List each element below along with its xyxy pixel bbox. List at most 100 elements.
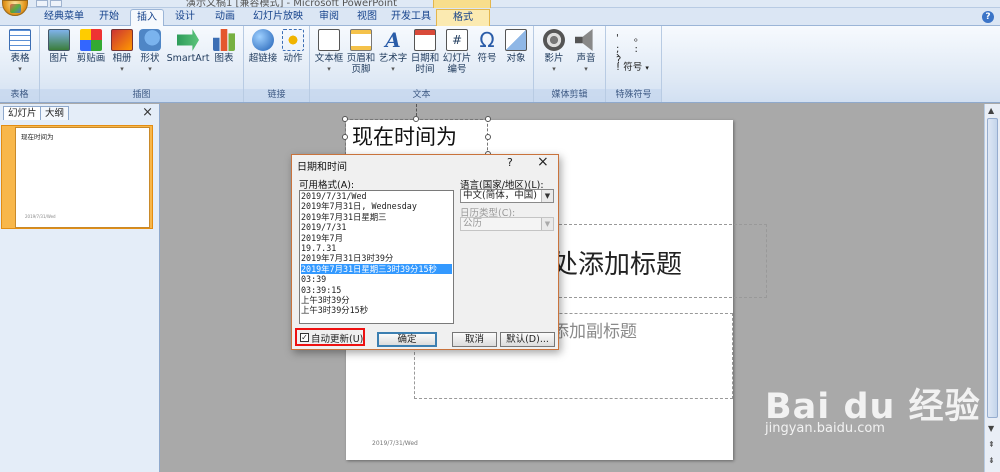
object-icon: [505, 29, 527, 51]
tab-design[interactable]: 设计: [168, 9, 202, 26]
next-slide-icon[interactable]: ⇟: [988, 456, 995, 465]
tab-format[interactable]: 格式: [436, 9, 490, 26]
auto-update-checkbox[interactable]: ✓: [300, 333, 309, 342]
format-option[interactable]: 2019年7月: [301, 233, 452, 243]
scrollbar-thumb[interactable]: [987, 118, 998, 418]
chevron-down-icon[interactable]: ▼: [541, 190, 553, 202]
watermark-url: jingyan.baidu.com: [765, 421, 885, 436]
calendar-icon: [414, 29, 436, 51]
pane-tab-slides[interactable]: 幻灯片: [3, 106, 42, 120]
tab-slideshow[interactable]: 幻灯片放映: [248, 9, 308, 26]
wordart-label: 艺术字: [378, 53, 408, 64]
album-icon: [111, 29, 133, 51]
sound-label: 声音: [576, 53, 596, 64]
symbol-button[interactable]: Ω 符号: [474, 29, 500, 64]
language-select[interactable]: 中文(简体，中国) ▼: [460, 189, 554, 203]
tab-classic-menu[interactable]: 经典菜单: [38, 9, 90, 26]
cancel-button[interactable]: 取消: [452, 332, 497, 347]
action-icon: [282, 29, 304, 51]
tab-insert[interactable]: 插入: [130, 9, 164, 27]
format-option[interactable]: 上午3时39分: [301, 295, 452, 305]
save-icon[interactable]: [36, 0, 48, 7]
scroll-up-icon[interactable]: ▲: [988, 106, 994, 115]
chevron-down-icon: ▼: [541, 218, 553, 230]
special-symbol-label: 符号: [623, 62, 643, 73]
dialog-close-icon[interactable]: ×: [537, 154, 549, 170]
smartart-label: SmartArt: [166, 53, 210, 64]
group-table: 表格 ▾ 表格: [0, 26, 40, 102]
resize-handle[interactable]: [485, 116, 491, 122]
clipart-button[interactable]: 剪贴画: [76, 29, 106, 64]
pane-tab-outline[interactable]: 大纲: [40, 106, 70, 120]
ribbon-tabs: 经典菜单 开始 插入 设计 动画 幻灯片放映 审阅 视图 开发工具 格式 ?: [0, 8, 1000, 27]
textbox-icon: [318, 29, 340, 51]
datetime-button[interactable]: 日期和 时间: [410, 29, 440, 75]
textbox-button[interactable]: 文本框 ▾: [314, 29, 344, 75]
tab-review[interactable]: 审阅: [312, 9, 346, 26]
format-option[interactable]: 2019年7月31日, Wednesday: [301, 201, 452, 211]
language-select-value: 中文(简体，中国): [463, 190, 537, 201]
resize-handle[interactable]: [485, 134, 491, 140]
format-option[interactable]: 2019年7月31日星期三: [301, 212, 452, 222]
tab-developer[interactable]: 开发工具: [388, 9, 434, 26]
baidu-watermark: Bai du 经验 jingyan.baidu.com: [765, 378, 981, 436]
slide-thumbnail[interactable]: 现在时间为 2019/7/31/Wed: [15, 127, 150, 228]
action-button[interactable]: 动作: [280, 29, 306, 64]
undo-icon[interactable]: [50, 0, 62, 7]
movie-label: 影片: [544, 53, 564, 64]
object-button[interactable]: 对象: [502, 29, 530, 64]
shapes-button[interactable]: 形状 ▾: [138, 29, 162, 75]
close-icon[interactable]: ×: [142, 105, 153, 120]
symbol-row-3-text: !: [616, 62, 621, 73]
movie-button[interactable]: 影片 ▾: [540, 29, 568, 75]
symbol-label: 符号: [477, 53, 497, 64]
tab-view[interactable]: 视图: [350, 9, 384, 26]
format-option[interactable]: 2019年7月31日星期三3时39分15秒: [301, 263, 452, 275]
default-button[interactable]: 默认(D)...: [500, 332, 555, 347]
format-option[interactable]: 上午3时39分15秒: [301, 305, 452, 315]
format-option[interactable]: 2019/7/31/Wed: [301, 191, 452, 201]
clipart-label: 剪贴画: [76, 53, 106, 64]
textbox-content[interactable]: 现在时间为: [352, 121, 457, 151]
prev-slide-icon[interactable]: ⇞: [988, 440, 995, 449]
slide-number-button[interactable]: # 幻灯片 编号: [442, 29, 472, 75]
chart-button[interactable]: 图表: [212, 29, 236, 64]
wordart-button[interactable]: A 艺术字 ▾: [378, 29, 408, 75]
rotate-line: [416, 104, 417, 116]
film-reel-icon: [543, 29, 565, 51]
table-button[interactable]: 表格 ▾: [8, 29, 32, 75]
help-icon[interactable]: ?: [982, 11, 994, 23]
header-footer-button[interactable]: 页眉和 页脚: [346, 29, 376, 75]
album-button[interactable]: 相册 ▾: [110, 29, 134, 75]
table-icon: [9, 29, 31, 51]
format-option[interactable]: 19.7.31: [301, 243, 452, 253]
auto-update-label[interactable]: 自动更新(U): [311, 331, 363, 345]
thumbnail-title: 现在时间为: [21, 133, 54, 141]
smartart-button[interactable]: SmartArt: [166, 29, 210, 64]
formats-label: 可用格式(A):: [299, 180, 355, 191]
datetime-label-2: 时间: [415, 64, 435, 75]
format-option[interactable]: 03:39: [301, 274, 452, 284]
format-option[interactable]: 03:39:15: [301, 285, 452, 295]
symbol-row-3[interactable]: ! 符号 ▾: [616, 59, 649, 73]
dialog-help-icon[interactable]: ?: [507, 156, 513, 169]
format-option[interactable]: 2019年7月31日3时39分: [301, 253, 452, 263]
vertical-scrollbar[interactable]: ▲ ▼ ⇞ ⇟: [984, 104, 1000, 472]
sound-button[interactable]: 声音 ▾: [572, 29, 600, 75]
format-option[interactable]: 2019/7/31: [301, 222, 452, 232]
tab-animation[interactable]: 动画: [208, 9, 242, 26]
formats-listbox[interactable]: 2019/7/31/Wed 2019年7月31日, Wednesday 2019年7…: [299, 190, 454, 324]
slide-number-label-2: 编号: [447, 64, 467, 75]
tab-home[interactable]: 开始: [92, 9, 126, 26]
picture-button[interactable]: 图片: [46, 29, 72, 64]
resize-handle[interactable]: [342, 116, 348, 122]
shapes-icon: [139, 29, 161, 51]
dialog-title: 日期和时间: [297, 162, 347, 173]
subtitle-placeholder-text: 添加副标题: [552, 322, 637, 342]
ok-button[interactable]: 确定: [377, 332, 437, 347]
group-media: 影片 ▾ 声音 ▾ 媒体剪辑: [534, 26, 606, 102]
scroll-down-icon[interactable]: ▼: [988, 424, 994, 433]
resize-handle[interactable]: [342, 134, 348, 140]
hyperlink-button[interactable]: 超链接: [248, 29, 278, 64]
group-label-special: 特殊符号: [606, 89, 661, 102]
